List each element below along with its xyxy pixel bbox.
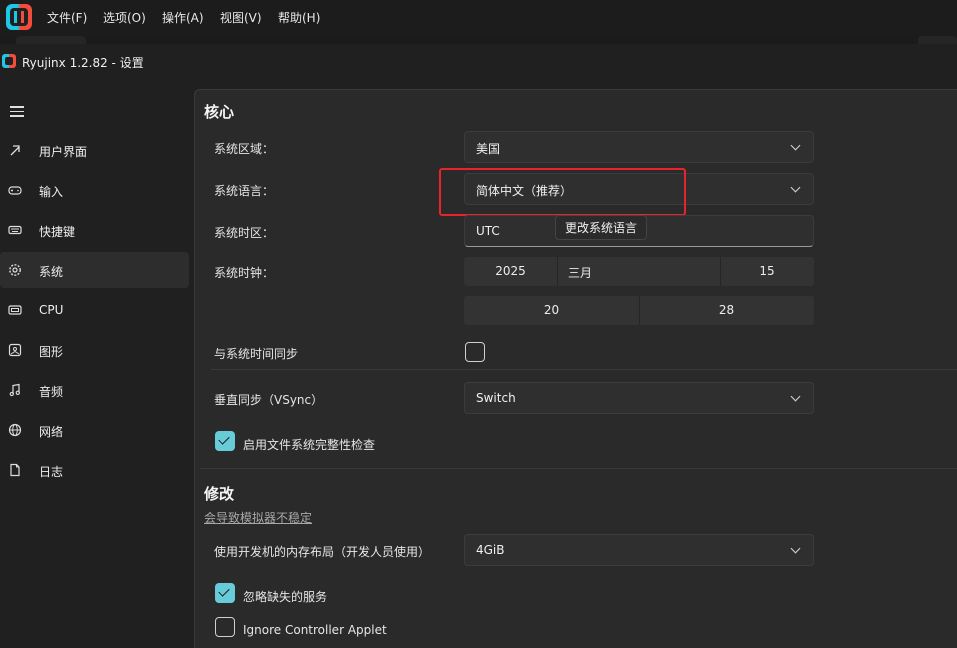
- ignore-controller-applet-checkbox[interactable]: [215, 617, 235, 637]
- cpu-icon: [8, 305, 22, 315]
- checkmark-icon: [218, 433, 230, 445]
- globe-icon: [8, 423, 22, 437]
- menu-options[interactable]: 选项(O): [103, 9, 146, 26]
- sidebar-item-hotkeys[interactable]: 快捷键: [0, 212, 189, 248]
- sidebar-item-network[interactable]: 网络: [0, 412, 189, 448]
- time-picker[interactable]: 20 28: [464, 296, 814, 325]
- hacks-warning: 会导致模拟器不稳定: [204, 511, 313, 525]
- keyboard-icon: [8, 225, 22, 235]
- window-title: Ryujinx 1.2.82 - 设置: [22, 56, 144, 70]
- time-minute[interactable]: 28: [639, 303, 814, 317]
- sidebar-item-audio[interactable]: 音频: [0, 372, 189, 408]
- fs-integrity-label: 启用文件系统完整性检查: [243, 438, 376, 452]
- sidebar-item-logging[interactable]: 日志: [0, 452, 189, 488]
- menu-file[interactable]: 文件(F): [47, 9, 87, 26]
- ignore-missing-services-checkbox[interactable]: [215, 583, 235, 603]
- region-dropdown[interactable]: 美国: [464, 131, 814, 163]
- chevron-down-icon: [790, 140, 801, 151]
- memory-layout-value: 4GiB: [476, 543, 505, 557]
- clock-label: 系统时钟：: [214, 266, 275, 280]
- sidebar-item-system[interactable]: 系统: [0, 252, 189, 288]
- sidebar-item-label: 日志: [39, 465, 64, 479]
- language-label: 系统语言：: [214, 184, 275, 198]
- checkmark-icon: [218, 585, 230, 597]
- document-icon: [10, 463, 20, 477]
- background-tab-fragment: [918, 36, 957, 44]
- music-note-icon: [9, 383, 20, 397]
- vsync-dropdown[interactable]: Switch: [464, 382, 814, 414]
- divider: [557, 257, 558, 286]
- chevron-down-icon: [790, 391, 801, 402]
- sidebar-item-label: 系统: [39, 265, 64, 279]
- ignore-missing-services-label: 忽略缺失的服务: [243, 590, 328, 604]
- hamburger-menu-icon[interactable]: [10, 106, 24, 117]
- sidebar-item-label: 用户界面: [39, 145, 88, 159]
- sidebar-item-cpu[interactable]: CPU: [0, 292, 189, 328]
- region-label: 系统区域：: [214, 142, 275, 156]
- date-day[interactable]: 15: [720, 264, 814, 278]
- sidebar-item-label: 网络: [39, 425, 64, 439]
- divider: [200, 468, 957, 469]
- main-menubar: 文件(F) 选项(O) 操作(A) 视图(V) 帮助(H): [0, 0, 957, 36]
- sidebar-item-label: 音频: [39, 385, 64, 399]
- region-value: 美国: [476, 142, 501, 156]
- language-tooltip: 更改系统语言: [555, 215, 648, 240]
- section-title-core: 核心: [204, 103, 235, 121]
- sidebar-item-label: CPU: [39, 303, 64, 317]
- timezone-value: UTC: [476, 224, 500, 238]
- sidebar-item-input[interactable]: 输入: [0, 172, 189, 208]
- date-month[interactable]: 三月: [568, 264, 718, 281]
- vsync-label: 垂直同步（VSync）: [214, 393, 324, 407]
- fs-integrity-checkbox[interactable]: [215, 431, 235, 451]
- window-logo-icon: [2, 54, 16, 68]
- sync-time-checkbox[interactable]: [465, 342, 485, 362]
- chevron-down-icon: [790, 543, 801, 554]
- date-year[interactable]: 2025: [464, 264, 557, 278]
- gamepad-icon: [8, 186, 22, 195]
- menu-help[interactable]: 帮助(H): [278, 9, 320, 26]
- gear-icon: [9, 264, 21, 276]
- sidebar-item-label: 图形: [39, 345, 64, 359]
- timezone-label: 系统时区：: [214, 226, 275, 240]
- sidebar-item-graphics[interactable]: 图形: [0, 332, 189, 368]
- time-hour[interactable]: 20: [464, 303, 639, 317]
- image-icon: [8, 343, 22, 357]
- memory-layout-dropdown[interactable]: 4GiB: [464, 534, 814, 566]
- chevron-down-icon: [790, 182, 801, 193]
- menu-view[interactable]: 视图(V): [220, 9, 262, 26]
- menu-actions[interactable]: 操作(A): [162, 9, 204, 26]
- date-picker[interactable]: 2025 三月 15: [464, 257, 814, 286]
- ignore-controller-applet-label: Ignore Controller Applet: [243, 623, 387, 637]
- divider: [211, 369, 957, 370]
- vsync-value: Switch: [476, 391, 516, 405]
- ui-icon: [10, 145, 20, 156]
- red-highlight-box: [439, 168, 686, 216]
- sync-time-label: 与系统时间同步: [214, 347, 299, 361]
- ryujinx-logo-icon: [6, 4, 32, 30]
- sidebar-item-label: 输入: [39, 185, 64, 199]
- background-tab-fragment: [16, 36, 86, 44]
- memory-layout-label: 使用开发机的内存布局（开发人员使用）: [214, 545, 431, 559]
- sidebar-item-label: 快捷键: [39, 225, 76, 239]
- sidebar-item-ui[interactable]: 用户界面: [0, 132, 189, 168]
- section-title-hacks: 修改: [204, 485, 235, 503]
- window-titlebar[interactable]: Ryujinx 1.2.82 - 设置: [0, 44, 957, 78]
